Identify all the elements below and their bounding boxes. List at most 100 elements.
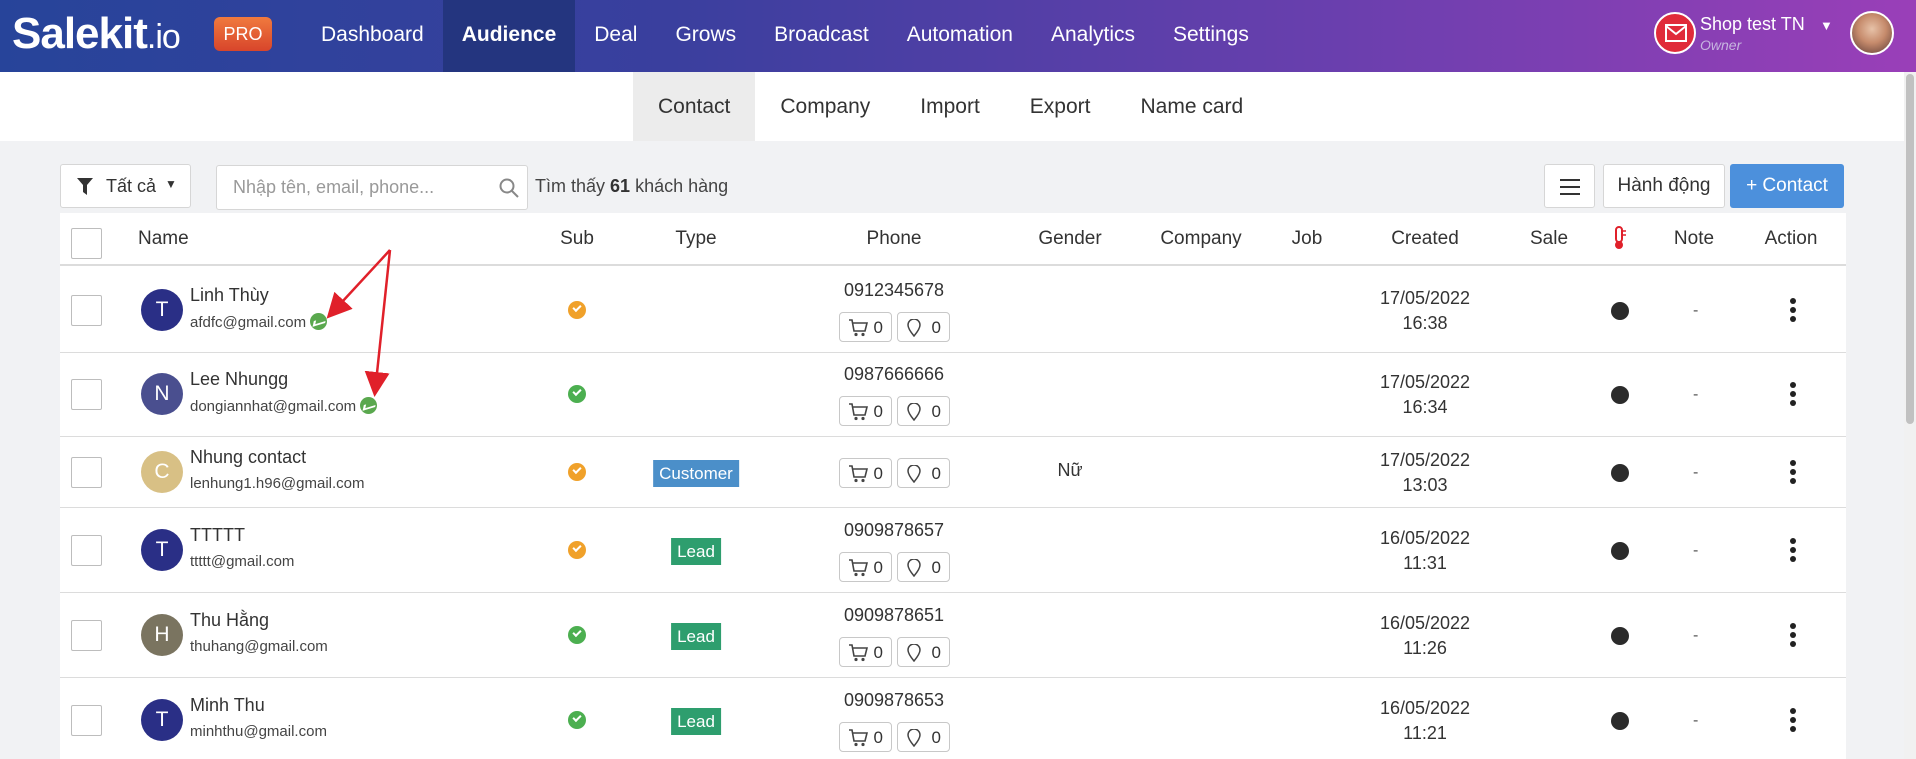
map-pin-icon — [907, 728, 921, 747]
order-count-button[interactable]: 0 — [839, 396, 892, 426]
col-name[interactable]: Name — [138, 228, 189, 250]
nav-item-analytics[interactable]: Analytics — [1032, 0, 1154, 72]
bulk-action-button[interactable]: Hành động — [1603, 164, 1725, 208]
contact-name[interactable]: Thu Hằng — [190, 610, 269, 631]
result-count-suffix: khách hàng — [635, 176, 729, 196]
scrollbar-thumb[interactable] — [1906, 74, 1914, 424]
user-avatar[interactable] — [1850, 11, 1894, 55]
avatar[interactable]: T — [141, 528, 183, 571]
visit-count-button[interactable]: 0 — [897, 396, 950, 426]
nav-item-grows[interactable]: Grows — [656, 0, 755, 72]
row-checkbox[interactable] — [71, 534, 102, 566]
map-pin-icon — [907, 464, 921, 483]
created-time: 11:26 — [1403, 637, 1447, 658]
search-icon[interactable] — [499, 178, 519, 198]
more-vertical-icon[interactable] — [1790, 459, 1798, 487]
main-nav: Dashboard Audience Deal Grows Broadcast … — [302, 0, 1268, 72]
table-row[interactable]: T TTTTT ttttt@gmail.com Lead 0909878657 0 01… — [60, 508, 1846, 593]
contact-email-text: lenhung1.h96@gmail.com — [190, 474, 365, 492]
contact-name[interactable]: TTTTT — [190, 525, 245, 546]
visit-count-button[interactable]: 0 — [897, 551, 950, 582]
visit-count: 0 — [931, 402, 941, 421]
more-vertical-icon[interactable] — [1790, 707, 1798, 735]
visit-count-button[interactable]: 0 — [897, 311, 950, 342]
visit-count: 0 — [931, 727, 941, 747]
order-count-button[interactable]: 0 — [839, 636, 892, 667]
salekit-logo[interactable]: Salekit.io — [12, 10, 181, 61]
nav-item-deal[interactable]: Deal — [575, 0, 656, 72]
row-checkbox[interactable] — [71, 379, 102, 410]
row-checkbox[interactable] — [71, 456, 102, 488]
avatar[interactable]: H — [141, 613, 183, 656]
tab-name-card[interactable]: Name card — [1115, 72, 1268, 141]
contact-email-text: dongiannhat@gmail.com — [190, 398, 357, 415]
table-row[interactable]: C Nhung contact lenhung1.h96@gmail.com Cust… — [60, 437, 1846, 508]
col-sub[interactable]: Sub — [560, 228, 594, 250]
avatar[interactable]: T — [141, 698, 183, 741]
visit-count-button[interactable]: 0 — [897, 636, 950, 667]
visit-count: 0 — [931, 463, 941, 483]
nav-item-audience[interactable]: Audience — [442, 0, 576, 72]
table-row[interactable]: N Lee Nhungg dongiannhat@gmail.com 09876666… — [60, 353, 1846, 437]
contact-name[interactable]: Minh Thu — [190, 695, 265, 716]
type-badge: Customer — [653, 459, 739, 487]
select-all-checkbox[interactable] — [71, 228, 102, 259]
nav-item-automation[interactable]: Automation — [888, 0, 1032, 72]
contact-name[interactable]: Lee Nhungg — [190, 369, 288, 390]
sub-nav: Contact Company Import Export Name card — [0, 72, 1916, 141]
visit-count-button[interactable]: 0 — [897, 721, 950, 752]
contact-name[interactable]: Linh Thùy — [190, 285, 269, 306]
tab-contact[interactable]: Contact — [633, 72, 756, 141]
chevron-down-icon: ▼ — [1820, 18, 1833, 33]
column-menu-button[interactable] — [1544, 164, 1595, 208]
avatar[interactable]: T — [141, 288, 183, 331]
col-phone[interactable]: Phone — [867, 228, 922, 250]
tab-company[interactable]: Company — [755, 72, 895, 141]
order-count-button[interactable]: 0 — [839, 457, 892, 488]
col-created[interactable]: Created — [1391, 228, 1459, 250]
avatar[interactable]: N — [141, 373, 183, 415]
tab-export[interactable]: Export — [1005, 72, 1116, 141]
messenger-icon[interactable] — [310, 312, 328, 330]
search-input[interactable] — [217, 166, 487, 209]
col-company[interactable]: Company — [1160, 228, 1241, 250]
order-count-button[interactable]: 0 — [839, 721, 892, 752]
order-count-button[interactable]: 0 — [839, 311, 892, 342]
visit-count-button[interactable]: 0 — [897, 457, 950, 488]
order-count: 0 — [873, 402, 883, 421]
more-vertical-icon[interactable] — [1790, 537, 1798, 565]
col-gender[interactable]: Gender — [1038, 228, 1101, 250]
nav-item-settings[interactable]: Settings — [1154, 0, 1268, 72]
thermometer-icon[interactable] — [1612, 226, 1628, 256]
messenger-icon[interactable] — [360, 397, 378, 414]
col-note[interactable]: Note — [1674, 228, 1714, 250]
cart-icon — [849, 464, 868, 482]
add-contact-button[interactable]: + Contact — [1730, 164, 1844, 208]
avatar[interactable]: C — [141, 450, 183, 493]
more-vertical-icon[interactable] — [1790, 622, 1798, 650]
subscribe-status-icon — [568, 625, 586, 644]
row-checkbox[interactable] — [71, 704, 102, 736]
row-checkbox[interactable] — [71, 619, 102, 651]
more-vertical-icon[interactable] — [1790, 382, 1798, 409]
table-row[interactable]: H Thu Hằng thuhang@gmail.com Lead 0909878651… — [60, 593, 1846, 678]
col-sale[interactable]: Sale — [1530, 228, 1568, 250]
tab-import[interactable]: Import — [895, 72, 1005, 141]
created-datetime: 17/05/2022 16:34 — [1380, 370, 1470, 420]
contact-email: afdfc@gmail.com — [190, 312, 328, 331]
filter-dropdown[interactable]: Tất cả ▼ — [60, 164, 191, 208]
col-job[interactable]: Job — [1292, 228, 1323, 250]
col-type[interactable]: Type — [675, 228, 716, 250]
table-row[interactable]: T Minh Thu minhthu@gmail.com Lead 0909878653… — [60, 678, 1846, 759]
more-vertical-icon[interactable] — [1790, 297, 1798, 325]
page-scrollbar[interactable] — [1904, 72, 1916, 759]
table-row[interactable]: T Linh Thùy afdfc@gmail.com 0912345678 0 0 1… — [60, 268, 1846, 353]
temperature-indicator — [1611, 626, 1629, 645]
contact-name[interactable]: Nhung contact — [190, 447, 306, 468]
account-menu[interactable]: Shop test TN ▼ Owner — [1652, 10, 1833, 62]
cart-icon — [849, 728, 868, 746]
nav-item-dashboard[interactable]: Dashboard — [302, 0, 443, 72]
order-count-button[interactable]: 0 — [839, 551, 892, 582]
nav-item-broadcast[interactable]: Broadcast — [755, 0, 888, 72]
row-checkbox[interactable] — [71, 294, 102, 326]
